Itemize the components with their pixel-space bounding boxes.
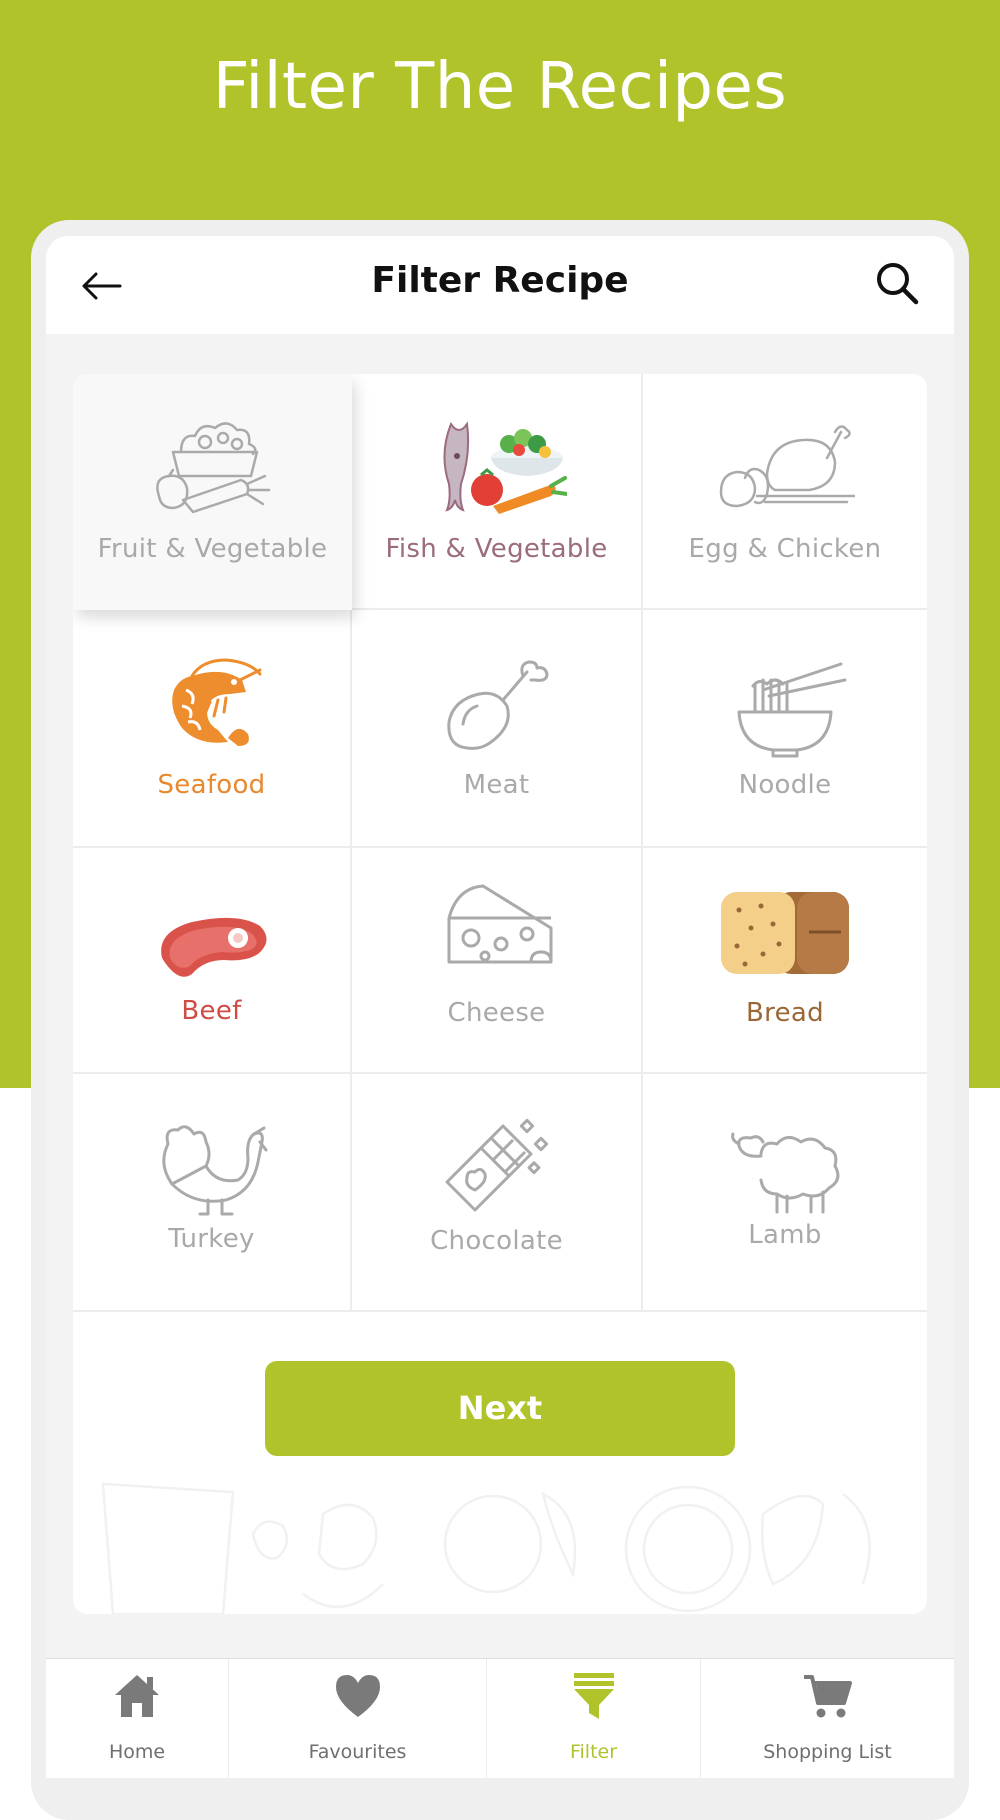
cart-icon [803, 1675, 852, 1718]
tab-label: Shopping List [763, 1741, 892, 1763]
heart-icon [335, 1675, 380, 1717]
noodle-bowl-icon [737, 662, 847, 758]
category-label: Fruit & Vegetable [97, 534, 328, 564]
shrimp-icon [171, 658, 261, 746]
tab-home[interactable]: Home [46, 1659, 229, 1778]
home-icon [115, 1675, 159, 1717]
category-card: Fruit & Vegetable Fish & Vegetable Egg &… [73, 374, 927, 1614]
category-label: Fish & Vegetable [385, 534, 608, 564]
tab-label: Home [108, 1741, 166, 1763]
category-grid: Fruit & Vegetable Fish & Vegetable Egg &… [73, 374, 927, 1312]
category-label: Beef [181, 996, 242, 1026]
tab-label: Favourites [308, 1741, 407, 1763]
fruit-vegetable-icon [155, 422, 270, 514]
app-screen: Filter Recipe Fruit & Vegetable Fish & V… [46, 236, 954, 1778]
category-bread[interactable]: Bread [643, 848, 927, 1074]
cheese-icon [447, 884, 552, 964]
turkey-icon [161, 1125, 267, 1216]
app-bar: Filter Recipe [46, 236, 954, 334]
hero-title: Filter The Recipes [212, 50, 788, 124]
egg-chicken-icon [719, 425, 855, 508]
search-icon [877, 263, 919, 305]
category-label: Lamb [748, 1220, 822, 1250]
tab-filter[interactable]: Filter [487, 1659, 701, 1778]
category-meat[interactable]: Meat [352, 610, 643, 848]
category-label: Cheese [447, 998, 546, 1028]
steak-icon [160, 917, 267, 977]
category-label: Turkey [168, 1224, 255, 1254]
tab-shopping-list[interactable]: Shopping List [701, 1659, 954, 1778]
filter-icon [573, 1673, 614, 1719]
bread-icon [721, 892, 849, 974]
search-button[interactable] [874, 260, 920, 306]
category-label: Noodle [738, 770, 832, 800]
category-label: Bread [746, 998, 824, 1028]
tab-favourites[interactable]: Favourites [229, 1659, 487, 1778]
chocolate-icon [445, 1118, 548, 1212]
drumstick-icon [446, 660, 548, 750]
sheep-icon [731, 1132, 840, 1214]
category-noodle[interactable]: Noodle [643, 610, 927, 848]
category-label: Chocolate [430, 1226, 563, 1256]
category-fruit-vegetable[interactable]: Fruit & Vegetable [73, 374, 352, 610]
category-lamb[interactable]: Lamb [643, 1074, 927, 1312]
category-chocolate[interactable]: Chocolate [352, 1074, 643, 1312]
category-egg-chicken[interactable]: Egg & Chicken [643, 374, 927, 610]
bottom-tab-bar: Home Favourites Filter Shopping List [46, 1658, 954, 1778]
category-label: Meat [463, 770, 530, 800]
next-button[interactable]: Next [265, 1361, 735, 1456]
tab-label: Filter [569, 1741, 618, 1763]
category-label: Seafood [157, 770, 266, 800]
category-turkey[interactable]: Turkey [73, 1074, 352, 1312]
category-fish-vegetable[interactable]: Fish & Vegetable [352, 374, 643, 610]
food-doodle-illustration [101, 1482, 871, 1614]
category-beef[interactable]: Beef [73, 848, 352, 1074]
page-title: Filter Recipe [371, 260, 629, 301]
category-label: Egg & Chicken [688, 534, 882, 564]
category-cheese[interactable]: Cheese [352, 848, 643, 1074]
fish-vegetable-icon [443, 421, 567, 514]
category-seafood[interactable]: Seafood [73, 610, 352, 848]
